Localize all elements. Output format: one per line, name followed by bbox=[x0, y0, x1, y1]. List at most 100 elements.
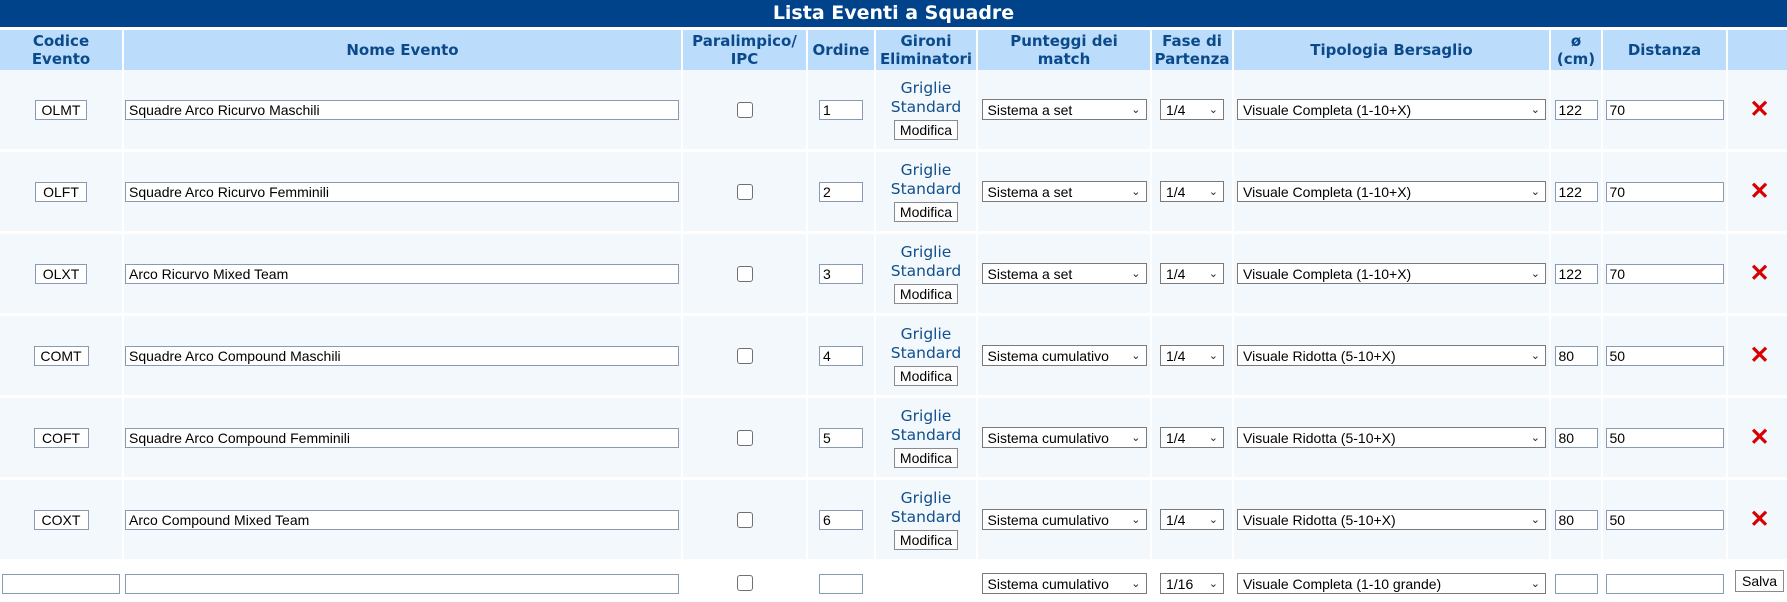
standard-brackets-link[interactable]: Griglie Standard bbox=[876, 161, 976, 199]
event-row: GriglieStandard Modifica Sistema a set⌄ … bbox=[0, 152, 1787, 234]
new-paralympic-checkbox[interactable] bbox=[736, 575, 753, 591]
modify-button[interactable]: Modifica bbox=[893, 530, 959, 550]
target-type-select[interactable]: Visuale Ridotta (5-10+X) ⌄ bbox=[1237, 345, 1546, 366]
diameter-input[interactable] bbox=[1554, 99, 1598, 120]
modify-button[interactable]: Modifica bbox=[893, 366, 959, 386]
new-order-input[interactable] bbox=[819, 574, 863, 594]
event-row: GriglieStandard Modifica Sistema a set⌄ … bbox=[0, 234, 1787, 316]
event-row: GriglieStandard Modifica Sistema cumulat… bbox=[0, 316, 1787, 398]
diameter-input[interactable] bbox=[1554, 263, 1598, 284]
modify-button[interactable]: Modifica bbox=[893, 448, 959, 468]
standard-brackets-link[interactable]: Griglie Standard bbox=[876, 407, 976, 445]
start-phase-select[interactable]: 1/4 ⌄ bbox=[1160, 263, 1224, 284]
new-event-name-input[interactable] bbox=[125, 574, 679, 594]
order-input[interactable] bbox=[819, 181, 863, 202]
standard-brackets-link[interactable]: Griglie Standard bbox=[876, 243, 976, 281]
save-button[interactable]: Salva bbox=[1734, 570, 1785, 592]
event-name-input[interactable] bbox=[125, 427, 679, 448]
paralympic-checkbox[interactable] bbox=[736, 266, 753, 283]
modify-button[interactable]: Modifica bbox=[893, 284, 959, 304]
col-header-name: Nome Evento bbox=[124, 30, 681, 70]
event-name-input[interactable] bbox=[125, 263, 679, 284]
target-type-select[interactable]: Visuale Completa (1-10+X) ⌄ bbox=[1237, 181, 1546, 202]
new-match-scoring-select[interactable]: Sistema cumulativo ⌄ bbox=[981, 573, 1147, 594]
start-phase-select[interactable]: 1/4 ⌄ bbox=[1160, 427, 1224, 448]
match-scoring-select[interactable]: Sistema a set ⌄ bbox=[981, 263, 1147, 284]
new-start-phase-select[interactable]: 1/16 ⌄ bbox=[1160, 573, 1224, 594]
order-input[interactable] bbox=[819, 263, 863, 284]
paralympic-checkbox[interactable] bbox=[736, 184, 753, 201]
col-header-code: Codice Evento bbox=[0, 30, 122, 70]
event-name-input[interactable] bbox=[125, 99, 679, 120]
distance-input[interactable] bbox=[1605, 263, 1724, 284]
chevron-down-icon: ⌄ bbox=[1530, 104, 1540, 116]
delete-icon[interactable]: ✕ bbox=[1749, 260, 1769, 287]
modify-button[interactable]: Modifica bbox=[893, 120, 959, 140]
standard-brackets-link[interactable]: Griglie Standard bbox=[876, 325, 976, 363]
order-input[interactable] bbox=[819, 509, 863, 530]
diameter-input[interactable] bbox=[1554, 509, 1598, 530]
new-distance-input[interactable] bbox=[1605, 574, 1724, 594]
event-code-input[interactable] bbox=[35, 99, 87, 120]
diameter-input[interactable] bbox=[1554, 427, 1598, 448]
start-phase-select[interactable]: 1/4 ⌄ bbox=[1160, 509, 1224, 530]
chevron-down-icon: ⌄ bbox=[1131, 350, 1141, 362]
event-code-input[interactable] bbox=[33, 509, 89, 530]
event-name-input[interactable] bbox=[125, 345, 679, 366]
col-header-order: Ordine bbox=[808, 30, 874, 70]
new-target-type-select[interactable]: Visuale Completa (1-10 grande) ⌄ bbox=[1237, 573, 1546, 594]
event-code-input[interactable] bbox=[33, 427, 89, 448]
start-phase-select[interactable]: 1/4 ⌄ bbox=[1160, 345, 1224, 366]
order-input[interactable] bbox=[819, 99, 863, 120]
modify-button[interactable]: Modifica bbox=[893, 202, 959, 222]
new-diameter-input[interactable] bbox=[1554, 574, 1598, 594]
target-type-select[interactable]: Visuale Completa (1-10+X) ⌄ bbox=[1237, 99, 1546, 120]
diameter-input[interactable] bbox=[1554, 181, 1598, 202]
header-row: Codice Evento Nome Evento Paralimpico/IPC… bbox=[0, 30, 1787, 70]
distance-input[interactable] bbox=[1605, 427, 1724, 448]
match-scoring-select[interactable]: Sistema cumulativo ⌄ bbox=[981, 345, 1147, 366]
event-name-input[interactable] bbox=[125, 181, 679, 202]
delete-icon[interactable]: ✕ bbox=[1749, 96, 1769, 123]
distance-input[interactable] bbox=[1605, 509, 1724, 530]
target-type-select[interactable]: Visuale Ridotta (5-10+X) ⌄ bbox=[1237, 509, 1546, 530]
target-type-select[interactable]: Visuale Completa (1-10+X) ⌄ bbox=[1237, 263, 1546, 284]
distance-input[interactable] bbox=[1605, 345, 1724, 366]
event-code-input[interactable] bbox=[33, 345, 89, 366]
match-scoring-select[interactable]: Sistema a set ⌄ bbox=[981, 181, 1147, 202]
event-code-input[interactable] bbox=[35, 263, 87, 284]
paralympic-checkbox[interactable] bbox=[736, 348, 753, 365]
target-type-select[interactable]: Visuale Ridotta (5-10+X) ⌄ bbox=[1237, 427, 1546, 448]
chevron-down-icon: ⌄ bbox=[1131, 578, 1141, 590]
event-name-input[interactable] bbox=[125, 509, 679, 530]
order-input[interactable] bbox=[819, 427, 863, 448]
event-code-input[interactable] bbox=[35, 181, 87, 202]
paralympic-checkbox[interactable] bbox=[736, 512, 753, 529]
standard-brackets-link[interactable]: Griglie Standard bbox=[876, 489, 976, 527]
distance-input[interactable] bbox=[1605, 181, 1724, 202]
chevron-down-icon: ⌄ bbox=[1530, 186, 1540, 198]
chevron-down-icon: ⌄ bbox=[1208, 578, 1218, 590]
match-scoring-select[interactable]: Sistema cumulativo ⌄ bbox=[981, 427, 1147, 448]
chevron-down-icon: ⌄ bbox=[1208, 350, 1218, 362]
chevron-down-icon: ⌄ bbox=[1530, 578, 1540, 590]
delete-icon[interactable]: ✕ bbox=[1749, 342, 1769, 369]
event-row: GriglieStandard Modifica Sistema a set⌄ … bbox=[0, 70, 1787, 152]
match-scoring-select[interactable]: Sistema a set ⌄ bbox=[981, 99, 1147, 120]
delete-icon[interactable]: ✕ bbox=[1749, 178, 1769, 205]
col-header-paralympic: Paralimpico/IPC bbox=[683, 30, 806, 70]
start-phase-select[interactable]: 1/4 ⌄ bbox=[1160, 181, 1224, 202]
paralympic-checkbox[interactable] bbox=[736, 430, 753, 447]
match-scoring-select[interactable]: Sistema cumulativo ⌄ bbox=[981, 509, 1147, 530]
paralympic-checkbox[interactable] bbox=[736, 102, 753, 119]
delete-icon[interactable]: ✕ bbox=[1749, 506, 1769, 533]
diameter-input[interactable] bbox=[1554, 345, 1598, 366]
order-input[interactable] bbox=[819, 345, 863, 366]
standard-brackets-link[interactable]: Griglie Standard bbox=[876, 79, 976, 117]
distance-input[interactable] bbox=[1605, 99, 1724, 120]
new-event-code-input[interactable] bbox=[2, 574, 120, 594]
start-phase-select[interactable]: 1/4 ⌄ bbox=[1160, 99, 1224, 120]
delete-icon[interactable]: ✕ bbox=[1749, 424, 1769, 451]
new-event-row: Sistema cumulativo ⌄ 1/16 ⌄ Visuale Comple… bbox=[0, 562, 1787, 594]
chevron-down-icon: ⌄ bbox=[1131, 432, 1141, 444]
